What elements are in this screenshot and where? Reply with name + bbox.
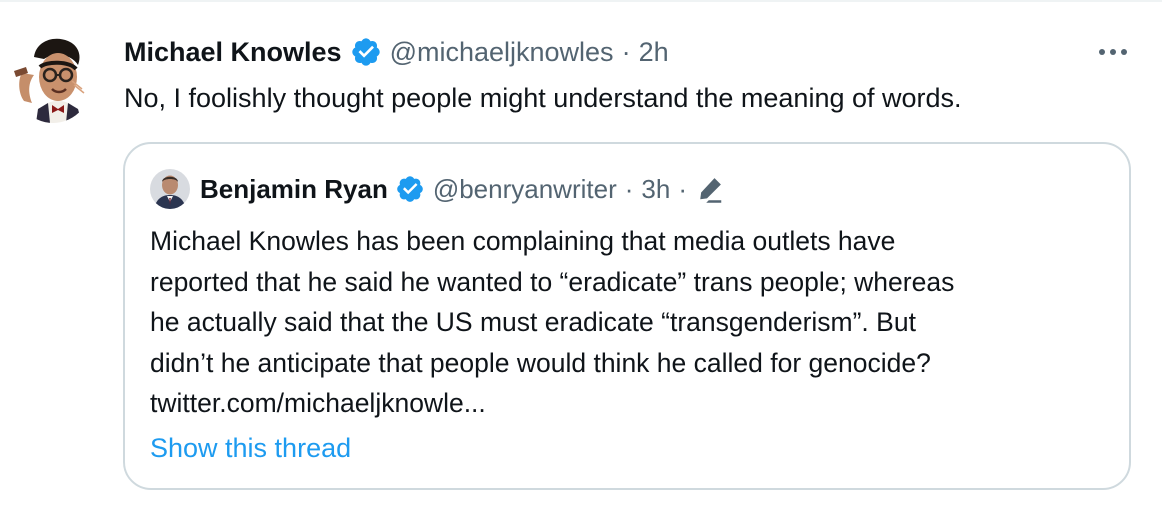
quoted-tweet-timestamp[interactable]: 3h: [641, 174, 670, 205]
tweet-text: No, I foolishly thought people might und…: [124, 83, 962, 113]
quoted-verified-badge-icon[interactable]: [395, 174, 425, 204]
quoted-author-display-name[interactable]: Benjamin Ryan: [200, 174, 388, 205]
quoted-meta-separator: ·: [624, 173, 634, 204]
quoted-author-handle[interactable]: @benryanwriter: [433, 174, 617, 205]
show-this-thread-link[interactable]: Show this thread: [150, 428, 351, 468]
tweet-timestamp[interactable]: 2h: [639, 37, 669, 68]
author-display-name[interactable]: Michael Knowles: [124, 37, 342, 68]
quoted-author-photo: [150, 169, 190, 209]
quoted-text-link[interactable]: twitter.com/michaeljknowle...: [150, 383, 1120, 424]
quoted-author-avatar[interactable]: [150, 169, 190, 209]
quoted-meta-separator-2: ·: [678, 173, 687, 204]
quoted-tweet-header: Benjamin Ryan @benryanwriter · 3h ·: [150, 168, 725, 210]
meta-separator: ·: [621, 36, 631, 67]
more-horizontal-icon: [1099, 49, 1127, 55]
top-divider: [0, 0, 1162, 2]
quoted-tweet-text: Michael Knowles has been complaining tha…: [150, 221, 1120, 424]
tweet-header: Michael Knowles @michaeljknowles · 2h: [124, 32, 669, 72]
quoted-text-line: reported that he said he wanted to “erad…: [150, 266, 955, 297]
quoted-tweet-card[interactable]: Benjamin Ryan @benryanwriter · 3h · Mich…: [123, 142, 1131, 490]
quoted-text-line: didn’t he anticipate that people would t…: [150, 347, 931, 378]
verified-badge-icon[interactable]: [350, 36, 382, 68]
quoted-text-line: Michael Knowles has been complaining tha…: [150, 226, 896, 256]
avatar[interactable]: [12, 31, 94, 123]
more-options-button[interactable]: [1096, 40, 1130, 64]
pencil-icon[interactable]: [695, 174, 725, 204]
avatar-illustration: [14, 38, 85, 123]
quoted-text-line: he actually said that the US must eradic…: [150, 307, 916, 337]
author-handle[interactable]: @michaeljknowles: [390, 37, 614, 68]
